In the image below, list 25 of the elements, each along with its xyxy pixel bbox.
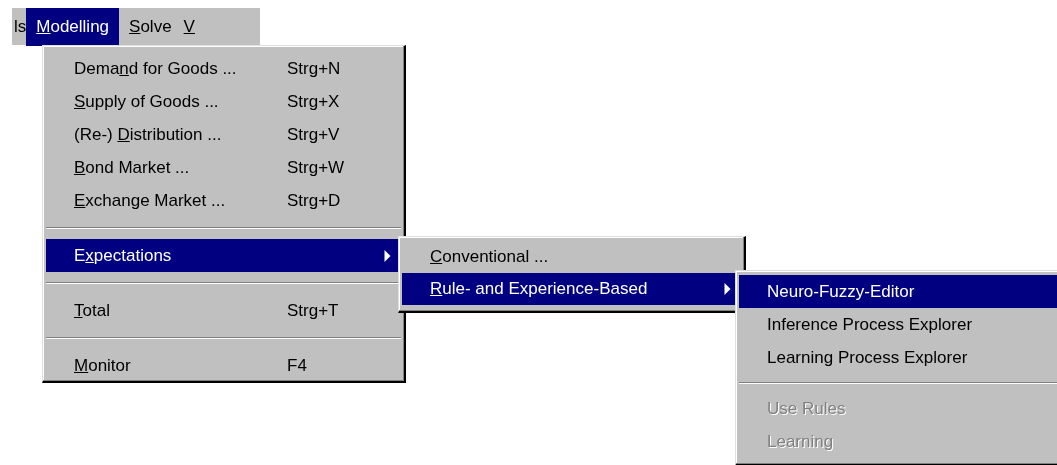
menu-item[interactable]: Supply of Goods ... Strg+X (46, 85, 401, 118)
menu-item[interactable]: (Re-) Distribution ... Strg+V (46, 118, 401, 151)
submenu-arrow-icon (384, 249, 391, 262)
menu-item[interactable]: Bond Market ... Strg+W (46, 151, 401, 184)
menu-item[interactable]: Total Strg+T (46, 294, 401, 327)
menu-item[interactable]: Neuro-Fuzzy-Editor (739, 275, 1057, 308)
menu-bar-item[interactable]: V (181, 10, 195, 43)
menu-bar-item[interactable]: Solve (119, 10, 182, 43)
shortcut-text: Strg+V (287, 124, 341, 145)
menu-bar-item[interactable]: ls (12, 10, 27, 43)
submenu-arrow-icon (724, 283, 731, 295)
menu-item[interactable]: Demand for Goods ... Strg+N (46, 52, 401, 85)
menu-item[interactable]: Monitor F4 (46, 349, 401, 382)
menu-item[interactable]: Learning Process Explorer (739, 341, 1057, 374)
shortcut-text: Strg+N (287, 58, 342, 79)
shortcut-text: Strg+X (287, 91, 341, 112)
shortcut-text: Strg+T (287, 300, 340, 321)
menu-item[interactable]: Inference Process Explorer (739, 308, 1057, 341)
shortcut-text: Strg+W (287, 157, 346, 178)
menu-item[interactable]: Expectations (46, 239, 401, 272)
menu-bar-item[interactable]: Modelling (26, 7, 120, 46)
menu-item[interactable]: Conventional ... (402, 241, 741, 273)
menu-item[interactable]: Exchange Market ... Strg+D (46, 184, 401, 217)
shortcut-text: Strg+D (287, 190, 342, 211)
shortcut-text: F4 (287, 355, 308, 376)
